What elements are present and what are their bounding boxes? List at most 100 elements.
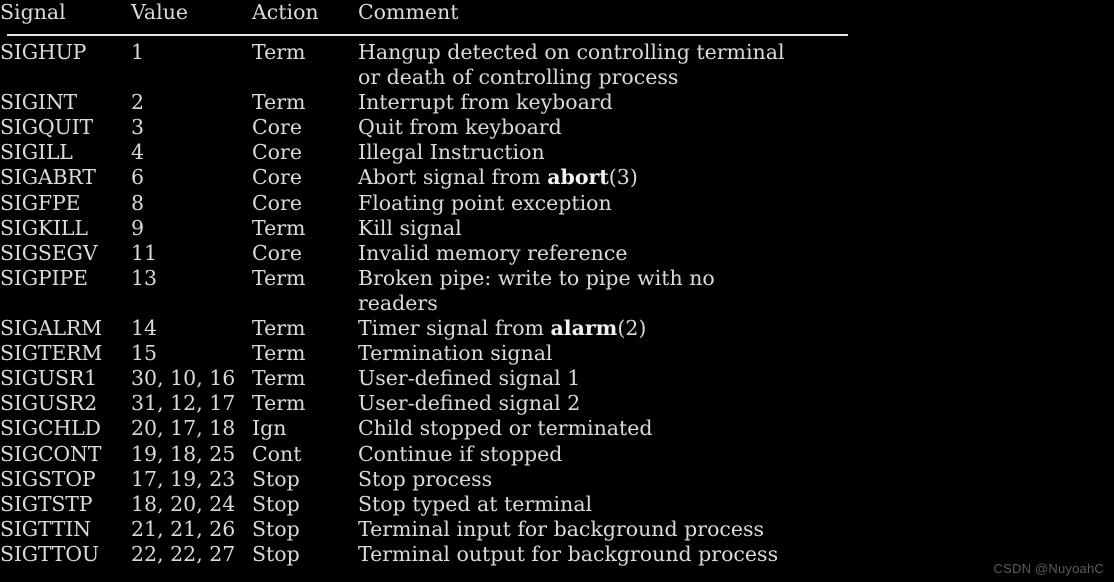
cell-signal-action: Core <box>252 190 302 215</box>
cell-signal-value: 30, 10, 16 <box>131 366 236 391</box>
cell-signal-name: SIGCHLD <box>0 416 101 441</box>
cell-signal-name: SIGILL <box>0 140 73 165</box>
cell-signal-comment: User-defined signal 2 <box>358 391 581 416</box>
cell-signal-action: Term <box>252 215 306 240</box>
cell-signal-comment: Floating point exception <box>358 190 612 215</box>
cell-signal-name: SIGUSR1 <box>0 366 97 391</box>
cell-signal-name: SIGALRM <box>0 316 102 341</box>
spacer-cell <box>131 28 252 40</box>
cell-signal-comment: Continue if stopped <box>358 441 563 466</box>
cell-signal-action: Term <box>252 366 306 391</box>
cell-signal-value: 20, 17, 18 <box>131 416 236 441</box>
cell-signal-comment: Hangup detected on controlling terminal … <box>358 40 785 90</box>
table-row: SIGSEGV 11 Core Invalid memory reference <box>0 241 1114 266</box>
table-row: SIGPIPE 13 Term Broken pipe: write to pipe … <box>0 266 1114 316</box>
cell-signal-action: Stop <box>252 491 300 516</box>
cell-signal-action: Core <box>252 165 302 190</box>
table-row: SIGKILL 9 Term Kill signal <box>0 216 1114 241</box>
cell-signal-value: 8 <box>131 190 145 215</box>
cell-signal-comment: Illegal Instruction <box>358 140 545 165</box>
cell-signal-name: SIGPIPE <box>0 265 88 290</box>
cell-signal-comment: Stop process <box>358 466 493 491</box>
table-row: SIGCONT 19, 18, 25 Cont Continue if stopped <box>0 442 1114 467</box>
comment-manpage-reference: abort <box>547 165 609 190</box>
cell-signal-name: SIGHUP <box>0 40 87 64</box>
cell-signal-action: Ign <box>252 416 287 441</box>
table-row: SIGSTOP 17, 19, 23 Stop Stop process <box>0 467 1114 492</box>
cell-signal-value: 11 <box>131 240 158 265</box>
cell-signal-value: 9 <box>131 215 145 240</box>
cell-signal-comment: User-defined signal 1 <box>358 366 581 391</box>
cell-signal-action: Term <box>252 341 306 366</box>
table-row: SIGCHLD 20, 17, 18 Ign Child stopped or ter… <box>0 416 1114 441</box>
cell-signal-action: Core <box>252 240 302 265</box>
cell-signal-comment: Invalid memory reference <box>358 240 628 265</box>
cell-signal-comment: Abort signal from abort(3) <box>358 165 638 190</box>
cell-signal-name: SIGTSTP <box>0 491 93 516</box>
cell-signal-value: 1 <box>131 40 145 64</box>
table-row: SIGUSR2 31, 12, 17 Term User-defined signal… <box>0 391 1114 416</box>
cell-signal-action: Stop <box>252 466 300 491</box>
spacer-cell <box>252 28 358 40</box>
cell-signal-comment: Quit from keyboard <box>358 115 562 140</box>
watermark-label: CSDN @NuyoahC <box>993 561 1104 576</box>
column-header-comment: Comment <box>358 0 459 24</box>
cell-signal-comment: Timer signal from alarm(2) <box>358 316 647 341</box>
cell-signal-action: Term <box>252 316 306 341</box>
cell-signal-value: 31, 12, 17 <box>131 391 236 416</box>
cell-signal-name: SIGKILL <box>0 215 88 240</box>
cell-signal-value: 6 <box>131 165 145 190</box>
table-row: SIGQUIT 3 Core Quit from keyboard <box>0 115 1114 140</box>
cell-signal-comment: Kill signal <box>358 215 462 240</box>
cell-signal-comment: Stop typed at terminal <box>358 491 593 516</box>
column-header-value: Value <box>131 0 189 24</box>
table-row: SIGTTOU 22, 22, 27 Stop Terminal output for… <box>0 542 1114 567</box>
cell-signal-name: SIGCONT <box>0 441 102 466</box>
cell-signal-comment: Termination signal <box>358 341 553 366</box>
table-body: SIGHUP 1 Term Hangup detected on controllin… <box>0 40 1114 567</box>
cell-signal-name: SIGUSR2 <box>0 391 97 416</box>
table-row: SIGILL 4 Core Illegal Instruction <box>0 140 1114 165</box>
cell-signal-value: 22, 22, 27 <box>131 541 236 566</box>
cell-signal-action: Term <box>252 265 306 290</box>
cell-signal-value: 17, 19, 23 <box>131 466 236 491</box>
spacer-cell <box>358 28 1114 40</box>
cell-signal-value: 13 <box>131 265 158 290</box>
table-row: SIGTERM 15 Term Termination signal <box>0 341 1114 366</box>
cell-signal-name: SIGSTOP <box>0 466 96 491</box>
cell-signal-name: SIGINT <box>0 90 78 115</box>
table-row: SIGTTIN 21, 21, 26 Stop Terminal input for … <box>0 517 1114 542</box>
cell-signal-action: Term <box>252 90 306 115</box>
cell-signal-action: Stop <box>252 541 300 566</box>
signal-table: Signal Value Action Comment SIGHUP 1 Term H… <box>0 0 1114 567</box>
table-row: SIGALRM 14 Term Timer signal from alarm(2) <box>0 316 1114 341</box>
cell-signal-action: Cont <box>252 441 302 466</box>
cell-signal-action: Core <box>252 115 302 140</box>
cell-signal-value: 18, 20, 24 <box>131 491 236 516</box>
table-row: SIGINT 2 Term Interrupt from keyboard <box>0 90 1114 115</box>
man-page-viewport: Signal Value Action Comment SIGHUP 1 Term H… <box>0 0 1114 582</box>
cell-signal-value: 21, 21, 26 <box>131 516 236 541</box>
cell-signal-name: SIGTTOU <box>0 541 99 566</box>
cell-signal-action: Stop <box>252 516 300 541</box>
table-row: SIGFPE 8 Core Floating point exception <box>0 191 1114 216</box>
cell-signal-comment: Terminal input for background process <box>358 516 765 541</box>
table-row: SIGHUP 1 Term Hangup detected on controllin… <box>0 40 1114 90</box>
table-row: SIGTSTP 18, 20, 24 Stop Stop typed at termi… <box>0 492 1114 517</box>
cell-signal-name: SIGFPE <box>0 190 81 215</box>
cell-signal-value: 3 <box>131 115 145 140</box>
cell-signal-value: 14 <box>131 316 158 341</box>
cell-signal-name: SIGQUIT <box>0 115 93 140</box>
cell-signal-action: Term <box>252 391 306 416</box>
column-header-action: Action <box>252 0 319 24</box>
cell-signal-name: SIGSEGV <box>0 240 98 265</box>
comment-manpage-reference: alarm <box>550 316 618 341</box>
cell-signal-comment: Child stopped or terminated <box>358 416 653 441</box>
table-header: Signal Value Action Comment <box>0 0 1114 40</box>
table-header-row: Signal Value Action Comment <box>0 0 1114 28</box>
cell-signal-value: 2 <box>131 90 145 115</box>
column-header-signal: Signal <box>0 0 66 24</box>
cell-signal-name: SIGTTIN <box>0 516 91 541</box>
cell-signal-value: 19, 18, 25 <box>131 441 236 466</box>
cell-signal-action: Core <box>252 140 302 165</box>
